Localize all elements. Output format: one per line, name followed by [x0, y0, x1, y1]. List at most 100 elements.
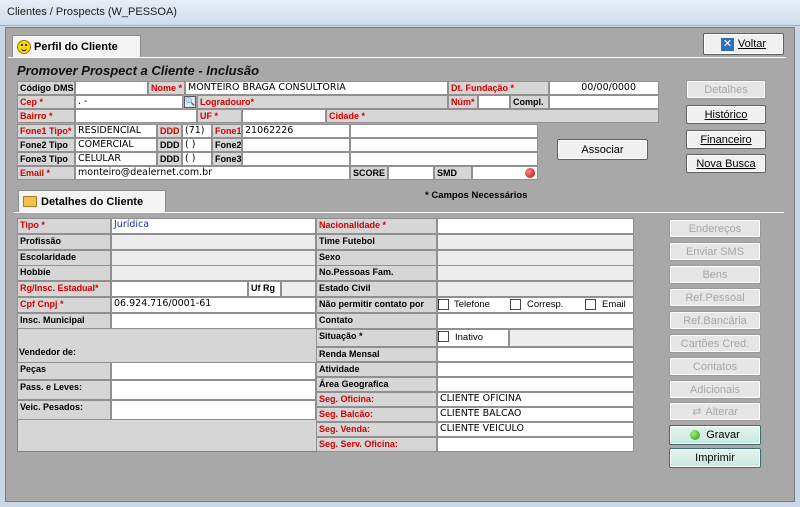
profissao-field[interactable]: [111, 234, 316, 250]
renda-mensal-field[interactable]: [437, 347, 634, 362]
pecas-field[interactable]: [111, 362, 316, 380]
alterar-button[interactable]: ⇄ Alterar: [669, 402, 761, 421]
voltar-label: Voltar: [737, 38, 767, 50]
section-title: Promover Prospect a Cliente - Inclusão: [17, 63, 260, 78]
fone2-tipo-field[interactable]: COMERCIAL: [75, 138, 157, 152]
cpf-cnpj-field[interactable]: 06.924.716/0001-61: [111, 297, 316, 313]
nacionalidade-field[interactable]: [437, 218, 634, 234]
required-fields-note: * Campos Necessários: [425, 190, 528, 201]
area-geografica-field[interactable]: [437, 377, 634, 392]
email-field[interactable]: monteiro@dealernet.com.br: [75, 166, 350, 180]
fone3-tipo-field[interactable]: CELULAR: [75, 152, 157, 166]
fone1-ddd-field[interactable]: (71): [182, 124, 212, 138]
contato-label: Contato: [316, 313, 437, 329]
bairro-label: Bairro *: [17, 109, 75, 123]
telefone-checkbox[interactable]: [438, 299, 449, 310]
enderecos-button[interactable]: Endereços: [669, 219, 761, 238]
seg-balcao-field[interactable]: CLIENTE BALCÃO: [437, 407, 634, 422]
fone1-extra-field[interactable]: [350, 124, 538, 138]
fone3-ddd-field[interactable]: ( ): [182, 152, 212, 166]
fone3-label: Fone3: [212, 152, 242, 166]
ref-bancaria-button[interactable]: Ref.Bancária: [669, 311, 761, 330]
tipo-label: Tipo *: [17, 218, 111, 234]
dt-fundacao-field[interactable]: 00/00/0000: [549, 81, 659, 95]
detalhes-button[interactable]: Detalhes: [686, 80, 766, 99]
hobbie-label: Hobbie: [17, 265, 111, 281]
associar-button[interactable]: Associar: [557, 139, 648, 160]
insc-municipal-field[interactable]: [111, 313, 316, 329]
seg-oficina-label: Seg. Oficina:: [316, 392, 437, 407]
nova-busca-button[interactable]: Nova Busca: [686, 154, 766, 173]
tab-perfil-do-cliente[interactable]: Perfil do Cliente: [12, 35, 141, 57]
historico-button[interactable]: Histórico: [686, 105, 766, 124]
rg-insc-estadual-label: Rg/Insc. Estadual*: [17, 281, 111, 297]
tab-label: Detalhes do Cliente: [41, 195, 144, 208]
veic-pesados-label: Veic. Pesados:: [17, 400, 111, 420]
veic-pesados-field[interactable]: [111, 400, 316, 420]
tipo-field[interactable]: Jurídica: [111, 218, 316, 234]
fone3-field[interactable]: [242, 152, 350, 166]
time-futebol-field[interactable]: [437, 234, 634, 250]
uf-rg-field[interactable]: [281, 281, 316, 297]
time-futebol-label: Time Futebol: [316, 234, 437, 250]
num-field[interactable]: [478, 95, 510, 109]
codigo-dms-label: Código DMS: [17, 81, 75, 95]
cep-label: Cep *: [17, 95, 75, 109]
adicionais-button[interactable]: Adicionais: [669, 380, 761, 399]
inativo-checkbox[interactable]: [438, 331, 449, 342]
score-field: [388, 166, 434, 180]
corresp-checkbox[interactable]: [510, 299, 521, 310]
alterar-label: Alterar: [705, 405, 738, 418]
bairro-field[interactable]: [75, 109, 197, 123]
fone2-field[interactable]: [242, 138, 350, 152]
seg-serv-oficina-field[interactable]: [437, 437, 634, 452]
hobbie-field[interactable]: [111, 265, 316, 281]
fone3-extra-field[interactable]: [350, 152, 538, 166]
fone1-field[interactable]: 21062226: [242, 124, 350, 138]
green-dot-icon: [690, 430, 701, 440]
tab-divider: [8, 57, 786, 58]
escolaridade-field[interactable]: [111, 250, 316, 266]
codigo-dms-field[interactable]: [75, 81, 148, 95]
no-pessoas-fam-field[interactable]: [437, 265, 634, 281]
fone1-label: Fone1: [212, 124, 242, 138]
fone2-label: Fone2: [212, 138, 242, 152]
gravar-label: Gravar: [706, 429, 740, 441]
uf-field[interactable]: [242, 109, 326, 123]
fone2-ddd-field[interactable]: ( ): [182, 138, 212, 152]
situacao-extra-field: [509, 329, 634, 347]
financeiro-button[interactable]: Financeiro: [686, 130, 766, 149]
email-checkbox[interactable]: [585, 299, 596, 310]
tab-detalhes-do-cliente[interactable]: Detalhes do Cliente: [18, 190, 166, 212]
search-cep-icon[interactable]: 🔍: [184, 96, 196, 108]
window-title: Clientes / Prospects (W_PESSOA): [7, 6, 177, 18]
renda-mensal-label: Renda Mensal: [316, 347, 437, 362]
estado-civil-field[interactable]: [437, 281, 634, 297]
enviar-sms-button[interactable]: Enviar SMS: [669, 242, 761, 261]
bens-button[interactable]: Bens: [669, 265, 761, 284]
seg-balcao-label: Seg. Balcão:: [316, 407, 437, 422]
contatos-button[interactable]: Contatos: [669, 357, 761, 376]
close-x-icon: ✕: [720, 37, 734, 51]
nome-label: Nome *: [148, 81, 185, 95]
nome-field[interactable]: MONTEIRO BRAGA CONSULTORIA: [185, 81, 448, 95]
pecas-label: Peças: [17, 362, 111, 380]
ref-pessoal-button[interactable]: Ref.Pessoal: [669, 288, 761, 307]
rg-insc-estadual-field[interactable]: [111, 281, 248, 297]
imprimir-button[interactable]: Imprimir: [669, 448, 761, 468]
cartoes-cred-button[interactable]: Cartões Cred.: [669, 334, 761, 353]
compl-field[interactable]: [549, 95, 659, 109]
seg-oficina-field[interactable]: CLIENTE OFICINA: [437, 392, 634, 407]
seg-venda-field[interactable]: CLIENTE VEICULO: [437, 422, 634, 437]
cep-field[interactable]: . -: [75, 95, 183, 109]
fone1-tipo-field[interactable]: RESIDENCIAL: [75, 124, 157, 138]
contato-field[interactable]: [437, 313, 634, 329]
fone2-extra-field[interactable]: [350, 138, 538, 152]
sexo-label: Sexo: [316, 250, 437, 266]
voltar-button[interactable]: ✕ Voltar: [703, 33, 784, 55]
pass-leves-field[interactable]: [111, 380, 316, 400]
atividade-field[interactable]: [437, 362, 634, 377]
gravar-button[interactable]: Gravar: [669, 425, 761, 445]
logradouro-label: Logradouro*: [197, 95, 448, 109]
sexo-field[interactable]: [437, 250, 634, 266]
